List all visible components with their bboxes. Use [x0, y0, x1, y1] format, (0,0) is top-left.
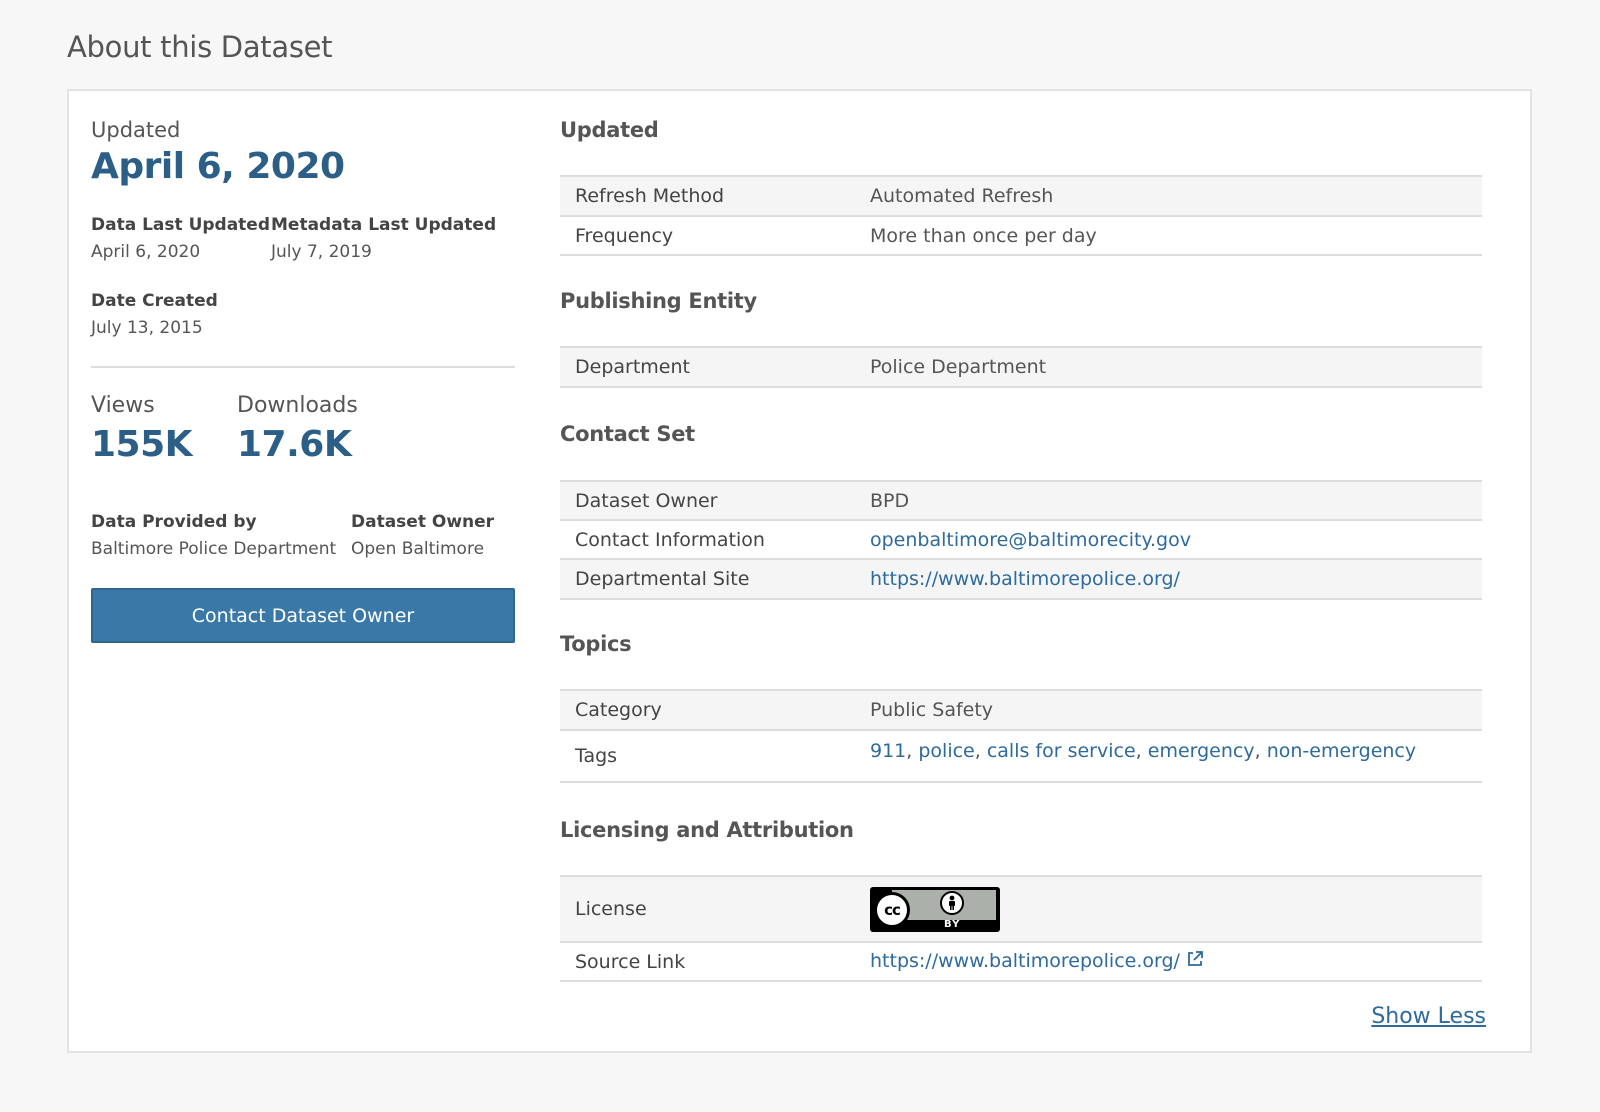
row-value: Automated Refresh [870, 185, 1054, 207]
table-row: Source Link https://www.baltimorepolice.… [560, 943, 1482, 982]
date-created-label: Date Created [91, 291, 218, 311]
row-value: More than once per day [870, 224, 1097, 247]
row-key: Frequency [575, 224, 674, 247]
row-key: Refresh Method [575, 185, 725, 207]
views-label: Views [91, 393, 155, 418]
data-provided-by: Data Provided by Baltimore Police Depart… [91, 512, 336, 559]
tags-list: 911, police, calls for service, emergenc… [870, 740, 1417, 762]
table-row: License cc BY [560, 877, 1482, 943]
contact-dataset-owner-button[interactable]: Contact Dataset Owner [91, 588, 515, 643]
section-title-publishing-entity: Publishing Entity [560, 289, 757, 313]
row-key: License [575, 898, 647, 920]
downloads-stat: Downloads 17.6K [237, 393, 358, 465]
views-stat: Views 155K [91, 393, 193, 465]
source-link[interactable]: https://www.baltimorepolice.org/ [870, 950, 1180, 972]
downloads-label: Downloads [237, 393, 358, 418]
metadata-last-updated-value: July 7, 2019 [271, 242, 372, 262]
table-row: Category Public Safety [560, 691, 1482, 731]
summary-divider [91, 366, 515, 368]
data-last-updated-label: Data Last Updated [91, 215, 271, 235]
section-title-contact-set: Contact Set [560, 422, 695, 446]
row-key: Departmental Site [575, 568, 750, 590]
metadata-last-updated: Metadata Last Updated July 7, 2019 [271, 215, 496, 262]
row-key: Tags [575, 745, 618, 767]
row-value: Public Safety [870, 699, 994, 721]
contact-table: Dataset Owner BPD Contact Information op… [560, 480, 1482, 600]
table-row: Refresh Method Automated Refresh [560, 177, 1482, 217]
tag-link[interactable]: police [918, 740, 974, 762]
table-row: Dataset Owner BPD [560, 482, 1482, 521]
row-value: BPD [870, 489, 910, 512]
contact-email-link[interactable]: openbaltimore@baltimorecity.gov [870, 529, 1191, 551]
dataset-owner: Dataset Owner Open Baltimore [351, 512, 494, 559]
data-last-updated-value: April 6, 2020 [91, 242, 201, 262]
date-created: Date Created July 13, 2015 [91, 291, 218, 338]
date-created-value: July 13, 2015 [91, 318, 203, 338]
by-label: BY [944, 918, 961, 930]
row-value: Police Department [870, 356, 1047, 378]
cc-by-license-badge[interactable]: cc BY [870, 886, 1000, 932]
row-key: Dataset Owner [575, 489, 718, 512]
row-key: Department [575, 356, 690, 378]
show-less-link[interactable]: Show Less [1371, 1004, 1486, 1029]
about-card: Updated April 6, 2020 Data Last Updated … [67, 89, 1532, 1053]
table-row: Frequency More than once per day [560, 217, 1482, 256]
data-provided-by-label: Data Provided by [91, 512, 257, 532]
licensing-table: License cc BY Source Link https://www.ba… [560, 875, 1482, 982]
tag-link[interactable]: calls for service [987, 740, 1136, 762]
external-link-icon[interactable] [1186, 950, 1204, 973]
section-title-topics: Topics [560, 632, 632, 656]
data-provided-by-value: Baltimore Police Department [91, 539, 337, 559]
row-key: Category [575, 699, 662, 721]
publishing-table: Department Police Department [560, 346, 1482, 388]
downloads-value: 17.6K [237, 424, 352, 465]
views-value: 155K [91, 424, 193, 465]
attribution-person-icon [940, 890, 964, 915]
section-title-licensing: Licensing and Attribution [560, 818, 854, 842]
tag-link[interactable]: 911 [870, 740, 906, 762]
section-title-updated: Updated [560, 118, 659, 142]
updated-date: April 6, 2020 [91, 146, 345, 187]
cc-icon: cc [874, 891, 910, 928]
departmental-site-link[interactable]: https://www.baltimorepolice.org/ [870, 568, 1180, 590]
tag-link[interactable]: emergency [1148, 740, 1255, 762]
dataset-owner-value: Open Baltimore [351, 539, 485, 559]
tag-link[interactable]: non-emergency [1267, 740, 1416, 762]
dataset-owner-label: Dataset Owner [351, 512, 495, 532]
table-row: Departmental Site https://www.baltimorep… [560, 560, 1482, 600]
data-last-updated: Data Last Updated April 6, 2020 [91, 215, 270, 262]
table-row: Department Police Department [560, 348, 1482, 388]
row-key: Contact Information [575, 528, 765, 551]
topics-table: Category Public Safety Tags 911, police,… [560, 689, 1482, 783]
metadata-last-updated-label: Metadata Last Updated [271, 215, 497, 235]
updated-label: Updated [91, 118, 181, 142]
page-title: About this Dataset [67, 30, 333, 64]
table-row: Tags 911, police, calls for service, eme… [560, 731, 1482, 783]
updated-table: Refresh Method Automated Refresh Frequen… [560, 175, 1482, 256]
row-key: Source Link [575, 950, 686, 973]
table-row: Contact Information openbaltimore@baltim… [560, 521, 1482, 560]
